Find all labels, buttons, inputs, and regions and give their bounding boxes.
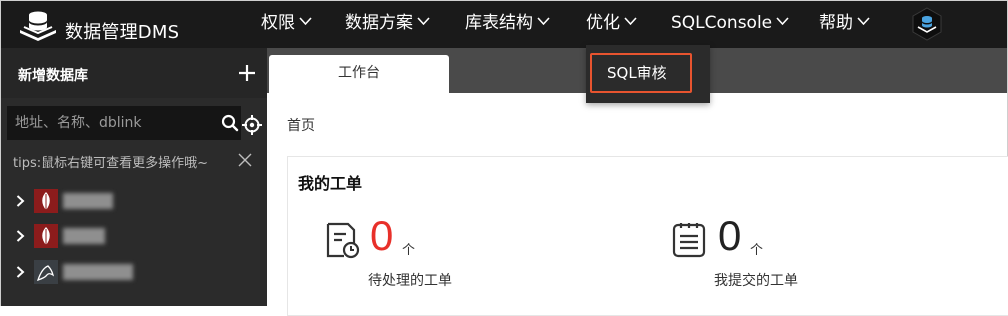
- optimize-dropdown-menu: SQL审核: [586, 45, 710, 103]
- pending-ticket-unit: 个: [402, 243, 416, 258]
- nav-optimize[interactable]: 优化: [586, 12, 637, 34]
- nav-data-solutions[interactable]: 数据方案: [345, 12, 430, 34]
- nav-help[interactable]: 帮助: [819, 12, 870, 34]
- breadcrumb[interactable]: 首页: [287, 115, 315, 135]
- chevron-right-icon[interactable]: [16, 195, 25, 207]
- chevron-down-icon: [417, 17, 430, 26]
- card-title: 我的工单: [298, 174, 363, 193]
- chevron-down-icon: [299, 17, 312, 26]
- nav-schema[interactable]: 库表结构: [465, 12, 550, 34]
- plus-icon[interactable]: [238, 64, 256, 82]
- chevron-right-icon[interactable]: [16, 230, 25, 242]
- search-input[interactable]: [7, 106, 207, 140]
- submitted-ticket-label: 我提交的工单: [714, 273, 798, 289]
- user-avatar[interactable]: [910, 7, 944, 41]
- database-search: [7, 106, 241, 140]
- nav-label: 数据方案: [345, 13, 413, 33]
- top-navigation-bar: 数据管理DMS 权限 数据方案 库表结构 优化 SQLConsole 帮助: [1, 1, 1007, 48]
- mongodb-icon: [34, 224, 58, 248]
- chevron-right-icon[interactable]: [16, 266, 25, 278]
- app-brand-name: 数据管理DMS: [65, 22, 180, 43]
- nav-label: 优化: [586, 13, 620, 33]
- tree-item-database[interactable]: [1, 222, 267, 250]
- chevron-down-icon: [624, 17, 637, 26]
- tree-item-database[interactable]: [1, 258, 267, 286]
- pending-ticket-label: 待处理的工单: [368, 273, 452, 289]
- sidebar-header: 新增数据库: [1, 48, 267, 98]
- my-tickets-card: 我的工单 0 个 待处理的工单 0 个 我提交的工单: [287, 156, 1008, 316]
- nav-sqlconsole[interactable]: SQLConsole: [671, 12, 789, 34]
- tab-workbench[interactable]: 工作台: [269, 55, 449, 93]
- nav-label: 权限: [261, 13, 295, 33]
- database-sidebar: 新增数据库 tips:鼠标右键可查看更多操作哦~: [1, 48, 267, 306]
- add-database-title: 新增数据库: [18, 68, 88, 84]
- database-logo-icon: [20, 11, 56, 41]
- submitted-ticket-unit: 个: [750, 243, 764, 258]
- chevron-down-icon: [857, 17, 870, 26]
- chevron-down-icon: [776, 17, 789, 26]
- pending-ticket-icon: [326, 222, 360, 259]
- locate-crosshair-icon[interactable]: [242, 115, 262, 135]
- submitted-ticket-count[interactable]: 0: [718, 213, 741, 259]
- nav-permissions[interactable]: 权限: [261, 12, 312, 34]
- nav-label: SQLConsole: [671, 13, 773, 33]
- search-icon[interactable]: [221, 114, 239, 132]
- menu-item-sql-review[interactable]: SQL审核: [590, 53, 692, 93]
- tips-text: tips:鼠标右键可查看更多操作哦~: [13, 156, 209, 171]
- redacted-database-name: [63, 228, 105, 244]
- nav-label: 库表结构: [465, 13, 533, 33]
- mysql-dolphin-icon: [34, 260, 58, 284]
- redacted-database-name: [63, 193, 113, 209]
- mongodb-icon: [34, 189, 58, 213]
- chevron-down-icon: [537, 17, 550, 26]
- pending-ticket-count[interactable]: 0: [370, 213, 393, 259]
- submitted-ticket-icon: [672, 223, 706, 258]
- close-icon[interactable]: [238, 153, 252, 167]
- redacted-database-name: [63, 264, 133, 280]
- nav-label: 帮助: [819, 13, 853, 33]
- tree-item-database[interactable]: [1, 187, 267, 215]
